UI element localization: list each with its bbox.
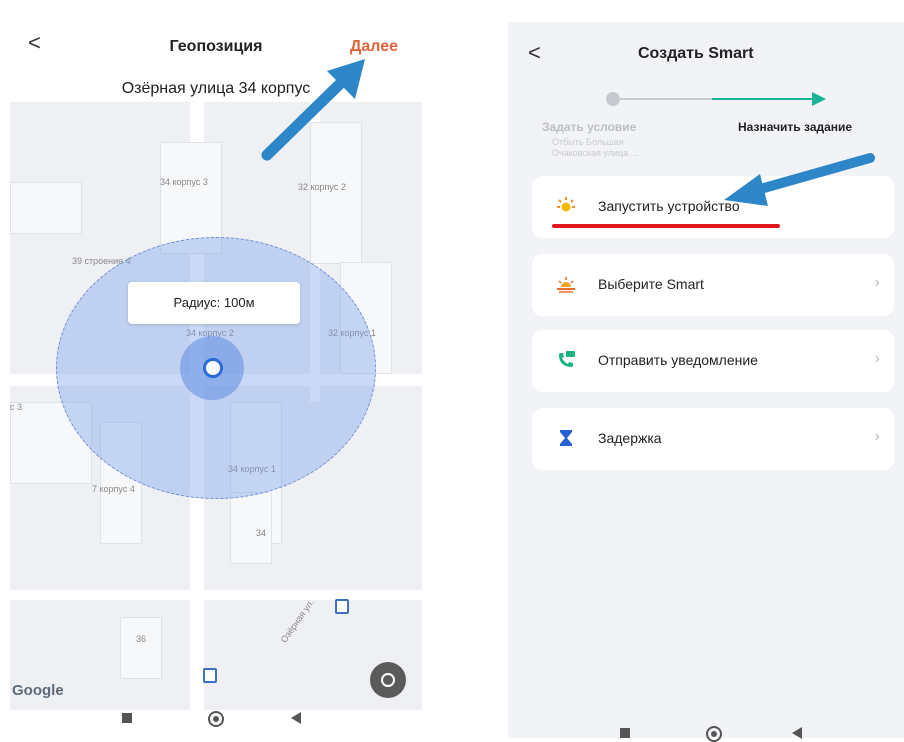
recent-apps-icon[interactable]	[122, 713, 132, 723]
annotation-arrow-icon	[261, 59, 365, 161]
map-building	[120, 617, 162, 679]
bus-stop-icon	[335, 599, 349, 614]
chevron-right-icon: ›	[874, 428, 880, 445]
map-label: 34	[256, 528, 267, 538]
sun-icon	[557, 197, 575, 212]
highlight-underline	[552, 224, 780, 228]
hourglass-icon	[560, 430, 572, 446]
google-logo: Google	[12, 682, 64, 699]
step2-label[interactable]: Назначить задание	[738, 120, 852, 134]
map-building	[10, 182, 82, 234]
map-label: 34 корпус 3	[160, 177, 208, 187]
step1-sublabel: Отбыть Большая Очаковская улица ...	[552, 137, 639, 158]
card-send-notification[interactable]: Отправить уведомление ›	[532, 330, 894, 392]
back-nav-icon[interactable]	[291, 712, 301, 724]
back-nav-icon[interactable]	[792, 727, 802, 739]
next-button[interactable]: Далее	[350, 38, 398, 56]
back-button[interactable]: <	[528, 40, 541, 66]
location-pin-icon[interactable]	[203, 358, 223, 378]
radius-label: Радиус: 100м	[128, 282, 300, 324]
create-smart-screen: < Создать Smart Задать условие Отбыть Бо…	[508, 0, 904, 742]
chevron-right-icon: ›	[874, 350, 880, 367]
map-label: с 3	[10, 402, 23, 412]
sunrise-icon	[557, 277, 575, 293]
page-title: Создать Smart	[638, 45, 754, 62]
card-label: Задержка	[598, 430, 662, 446]
card-label: Выберите Smart	[598, 276, 704, 292]
map-label: 36	[136, 634, 147, 644]
map-label: 7 корпус 4	[92, 484, 135, 494]
locate-me-button[interactable]	[370, 662, 406, 698]
card-label: Запустить устройство	[598, 198, 740, 214]
phone-message-icon	[559, 351, 575, 367]
map-view[interactable]: 34 корпус 3 32 корпус 2 39 строение 4 34…	[10, 102, 422, 710]
map-road	[10, 590, 422, 600]
card-select-smart[interactable]: Выберите Smart ›	[532, 254, 894, 316]
recent-apps-icon[interactable]	[620, 728, 630, 738]
bus-stop-icon	[203, 668, 217, 683]
annotation-arrow-icon	[724, 153, 875, 206]
chevron-right-icon: ›	[874, 274, 880, 291]
status-strip	[508, 0, 904, 22]
step-progress-line	[620, 98, 712, 100]
map-label: 32 корпус 2	[298, 182, 346, 192]
card-delay[interactable]: Задержка ›	[532, 408, 894, 470]
step-progress-line-active	[712, 98, 816, 100]
home-icon[interactable]	[208, 711, 224, 727]
step1-dot	[606, 92, 620, 106]
step2-arrow-icon	[812, 92, 826, 106]
map-label: Озёрная ул.	[278, 597, 316, 645]
card-label: Отправить уведомление	[598, 352, 758, 368]
step1-label[interactable]: Задать условие	[542, 120, 636, 134]
home-icon[interactable]	[706, 726, 722, 742]
